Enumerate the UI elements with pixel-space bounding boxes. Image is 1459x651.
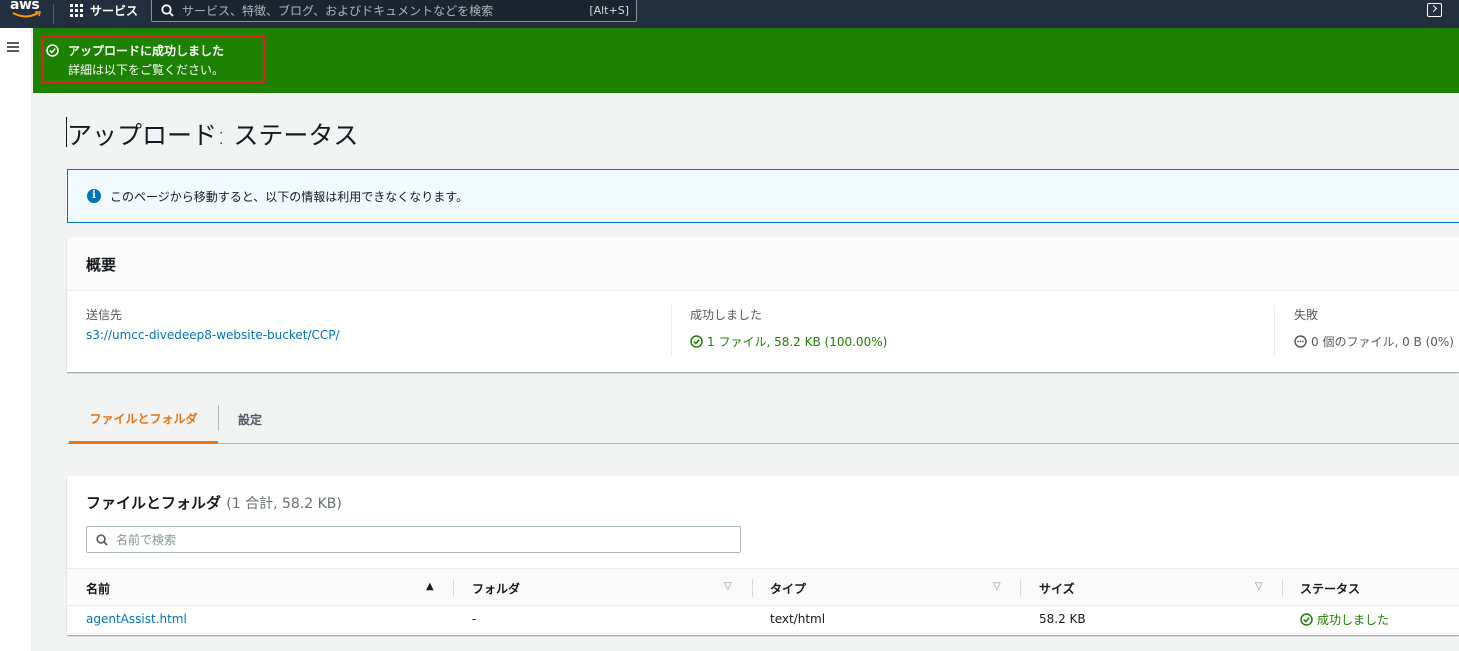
search-icon [161, 3, 174, 17]
flash-title: アップロードに成功しました [68, 44, 225, 58]
search-placeholder: サービス、特徴、ブログ、およびドキュメントなどを検索 [182, 3, 494, 18]
file-status-text: 成功しました [1317, 613, 1390, 627]
sort-icon[interactable]: ▽ [1255, 581, 1263, 592]
sort-icon[interactable]: ▽ [993, 581, 1001, 592]
column-separator[interactable] [1282, 579, 1283, 597]
column-header-name[interactable]: 名前 [86, 580, 110, 597]
destination-link[interactable]: s3://umcc-divedeep8-website-bucket/CCP/ [86, 328, 340, 342]
failed-value: 0 個のファイル, 0 B (0%) [1294, 333, 1454, 350]
info-alert: i このページから移動すると、以下の情報は利用できなくなります。 [67, 169, 1459, 223]
aws-smile-icon [12, 11, 41, 18]
success-label: 成功しました [690, 308, 763, 322]
column-separator[interactable] [752, 579, 753, 597]
success-flash-banner: アップロードに成功しました 詳細は以下をご覧ください。 [33, 28, 1459, 93]
file-folder: - [472, 612, 477, 626]
file-size: 58.2 KB [1039, 612, 1086, 626]
column-separator[interactable] [453, 579, 454, 597]
file-type: text/html [770, 612, 826, 626]
aws-logo[interactable]: aws [10, 0, 44, 25]
info-text: このページから移動すると、以下の情報は利用できなくなります。 [110, 190, 469, 204]
column-header-size[interactable]: サイズ [1039, 580, 1075, 597]
search-icon [96, 533, 108, 546]
check-circle-icon [690, 335, 703, 348]
file-status: 成功しました [1300, 611, 1389, 628]
row-divider [67, 633, 1459, 634]
summary-panel: 概要 送信先 s3://umcc-divedeep8-website-bucke… [67, 237, 1459, 372]
files-heading: ファイルとフォルダ (1 合計, 58.2 KB) [86, 492, 342, 513]
pending-circle-icon [1294, 335, 1307, 348]
tab-bar: ファイルとフォルダ 設定 [67, 395, 1459, 444]
column-separator[interactable] [1020, 579, 1021, 597]
sort-icon[interactable]: ▽ [724, 581, 732, 592]
cloudshell-icon[interactable] [1427, 3, 1442, 17]
search-shortcut: [Alt+S] [589, 3, 629, 17]
tab-files-and-folders[interactable]: ファイルとフォルダ [69, 395, 218, 444]
page-title: アップロード: ステータス [67, 121, 359, 150]
grid-icon [70, 3, 83, 17]
name-search-input[interactable]: 名前で検索 [86, 526, 741, 553]
table-header: 名前 ▲ フォルダ ▽ タイプ ▽ サイズ ▽ ステータス [67, 568, 1459, 606]
file-name-link[interactable]: agentAssist.html [86, 612, 187, 626]
info-icon: i [87, 189, 101, 203]
files-panel: ファイルとフォルダ (1 合計, 58.2 KB) 名前で検索 名前 ▲ フォル… [67, 476, 1459, 635]
tab-settings[interactable]: 設定 [238, 395, 262, 443]
success-value-text: 1 ファイル, 58.2 KB (100.00%) [707, 335, 888, 349]
nav-divider [53, 4, 54, 24]
files-count: (1 合計, 58.2 KB) [226, 496, 342, 512]
column-header-type[interactable]: タイプ [770, 580, 806, 597]
column-header-folder[interactable]: フォルダ [472, 580, 520, 597]
services-menu-button[interactable]: サービス [70, 0, 138, 20]
menu-icon[interactable] [7, 42, 19, 52]
column-divider [671, 305, 672, 355]
flash-subtitle: 詳細は以下をご覧ください。 [68, 63, 225, 77]
summary-heading: 概要 [86, 256, 117, 274]
column-header-status[interactable]: ステータス [1300, 580, 1360, 597]
success-value: 1 ファイル, 58.2 KB (100.00%) [690, 333, 887, 350]
services-label: サービス [90, 3, 139, 18]
summary-header: 概要 [67, 237, 1459, 291]
check-circle-icon [1300, 613, 1313, 626]
global-search-input[interactable]: サービス、特徴、ブログ、およびドキュメントなどを検索 [Alt+S] [151, 0, 637, 22]
sort-ascending-icon[interactable]: ▲ [426, 581, 434, 592]
failed-label: 失敗 [1294, 308, 1319, 322]
left-rail [0, 28, 32, 651]
destination-label: 送信先 [86, 308, 123, 322]
name-search-placeholder: 名前で検索 [116, 533, 177, 547]
check-circle-icon [46, 44, 59, 57]
tab-divider [218, 405, 219, 431]
failed-value-text: 0 個のファイル, 0 B (0%) [1311, 335, 1454, 349]
column-divider [1274, 305, 1275, 355]
top-navigation: aws サービス サービス、特徴、ブログ、およびドキュメントなどを検索 [Alt… [0, 0, 1459, 28]
files-title: ファイルとフォルダ [86, 494, 222, 512]
